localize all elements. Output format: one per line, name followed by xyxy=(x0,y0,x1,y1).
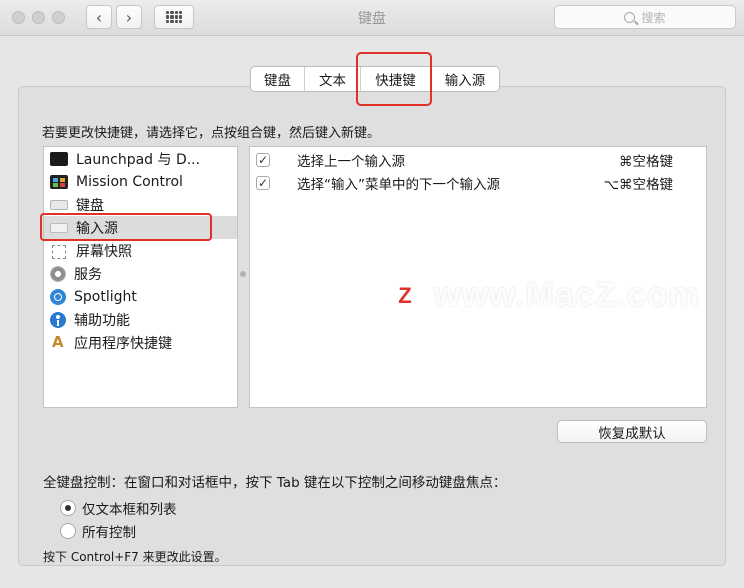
tab-keyboard[interactable]: 键盘 xyxy=(251,67,305,91)
category-label: Spotlight xyxy=(74,288,137,305)
category-highlight-box xyxy=(40,213,212,241)
category-accessibility[interactable]: 辅助功能 xyxy=(44,308,237,331)
shortcut-checkbox[interactable]: ✓ xyxy=(256,153,270,167)
category-list[interactable]: Launchpad 与 D... Mission Control 键盘 输入源 … xyxy=(43,146,238,408)
category-label: 应用程序快捷键 xyxy=(74,335,172,352)
category-launchpad[interactable]: Launchpad 与 D... xyxy=(44,147,237,170)
category-label: 服务 xyxy=(74,266,102,283)
category-label: 辅助功能 xyxy=(74,312,130,329)
spotlight-icon xyxy=(50,288,66,305)
shortcut-row-previous-input[interactable]: ✓ 选择上一个输入源 ⌘空格键 xyxy=(250,148,706,172)
shortcut-key[interactable]: ⌘空格键 xyxy=(619,150,673,170)
screenshot-icon xyxy=(50,244,68,259)
split-view-handle[interactable] xyxy=(240,271,246,277)
radio-button[interactable] xyxy=(60,523,76,539)
shortcut-key[interactable]: ⌥⌘空格键 xyxy=(603,173,673,193)
category-spotlight[interactable]: Spotlight xyxy=(44,285,237,308)
shortcut-row-next-input[interactable]: ✓ 选择“输入”菜单中的下一个输入源 ⌥⌘空格键 xyxy=(250,171,706,195)
radio-label: 仅文本框和列表 xyxy=(82,502,177,518)
accessibility-icon xyxy=(50,311,66,328)
restore-defaults-button[interactable]: 恢复成默认 xyxy=(557,420,707,443)
shortcut-checkbox[interactable]: ✓ xyxy=(256,176,270,190)
radio-all-controls[interactable]: 所有控制 xyxy=(60,521,136,541)
shortcut-label: 选择“输入”菜单中的下一个输入源 xyxy=(297,177,500,193)
category-services[interactable]: 服务 xyxy=(44,262,237,285)
category-label: Launchpad 与 D... xyxy=(76,151,201,168)
app-shortcuts-icon xyxy=(50,333,66,351)
radio-label: 所有控制 xyxy=(82,525,136,541)
tab-highlight-box xyxy=(356,52,432,106)
radio-text-boxes-lists[interactable]: 仅文本框和列表 xyxy=(60,498,177,518)
search-icon xyxy=(624,11,636,23)
title-bar: ‹ › 键盘 搜索 xyxy=(0,0,744,36)
search-placeholder: 搜索 xyxy=(641,10,666,25)
watermark-text: www.MacZ.com xyxy=(434,276,700,314)
checkmark-icon: ✓ xyxy=(257,153,269,167)
watermark-logo-icon: Z xyxy=(388,278,422,313)
search-input[interactable]: 搜索 xyxy=(554,5,736,29)
radio-button[interactable] xyxy=(60,500,76,516)
category-label: 键盘 xyxy=(76,197,104,214)
launchpad-icon xyxy=(50,151,68,166)
gear-icon xyxy=(50,265,66,282)
instruction-text: 若要更改快捷键，请选择它，点按组合键，然后键入新键。 xyxy=(42,126,381,141)
checkmark-icon: ✓ xyxy=(257,176,269,190)
keyboard-hint: 按下 Control+F7 来更改此设置。 xyxy=(43,550,227,564)
category-mission-control[interactable]: Mission Control xyxy=(44,170,237,193)
mission-control-icon xyxy=(50,174,68,189)
full-keyboard-label: 全键盘控制：在窗口和对话框中，按下 Tab 键在以下控制之间移动键盘焦点： xyxy=(43,475,507,491)
category-screenshots[interactable]: 屏幕快照 xyxy=(44,239,237,262)
category-label: Mission Control xyxy=(76,173,183,190)
shortcut-label: 选择上一个输入源 xyxy=(297,154,405,170)
keyboard-icon xyxy=(50,199,68,210)
category-app-shortcuts[interactable]: 应用程序快捷键 xyxy=(44,331,237,354)
tab-input-sources[interactable]: 输入源 xyxy=(431,67,499,91)
watermark: Z www.MacZ.com xyxy=(388,276,700,315)
tab-text[interactable]: 文本 xyxy=(305,67,361,91)
category-label: 屏幕快照 xyxy=(76,243,132,260)
